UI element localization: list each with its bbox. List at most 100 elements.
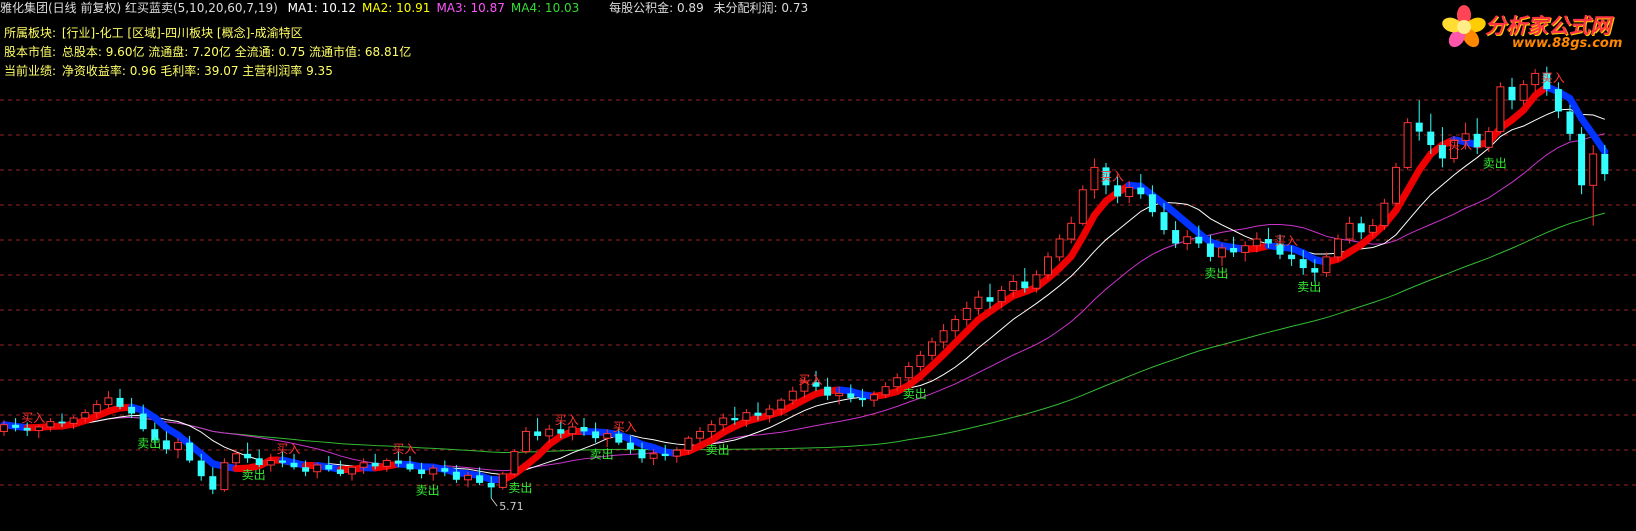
buy-signal-label: 买入 [555, 413, 579, 427]
candle-down [1554, 89, 1562, 112]
ma10-line [3, 108, 1605, 476]
capital-info: 股本市值: 总股本: 9.60亿 流通盘: 7.20亿 全流通: 0.75 流通… [4, 45, 417, 59]
candle-up [765, 408, 774, 417]
candle-up [1032, 274, 1041, 289]
candle-up [382, 460, 391, 467]
candle-down [162, 440, 170, 450]
candle-down [847, 393, 855, 398]
buy-signal-label: 买入 [1274, 234, 1298, 248]
candle-up [313, 464, 322, 473]
candle-down [1427, 131, 1435, 146]
sector-value: [行业]-化工 [区域]-四川板块 [概念]-成渝特区 [61, 26, 303, 40]
candle-up [1252, 238, 1261, 247]
candle-down [197, 460, 205, 477]
candle-up [649, 453, 658, 459]
candle-up [684, 437, 693, 451]
candle-down [1114, 185, 1122, 197]
candle-down [186, 442, 194, 461]
candle-down [255, 458, 263, 466]
per-share-reserve: 每股公积金: 0.89 [609, 1, 704, 15]
candle-up [974, 296, 983, 309]
sell-signal-label: 卖出 [508, 481, 532, 495]
candle-up [1484, 131, 1493, 148]
candle-down [626, 442, 634, 450]
candle-down [487, 482, 495, 488]
ma-value-3: MA3: 10.87 [436, 1, 505, 15]
candle-down [441, 468, 449, 472]
performance-label: 当前业绩: [4, 64, 57, 78]
candle-down [116, 397, 124, 407]
candle-up [1403, 122, 1412, 168]
candle-up [777, 399, 786, 410]
low-marker-line [490, 497, 498, 507]
candle-down [1601, 153, 1609, 175]
undistributed-profit: 未分配利润: 0.73 [713, 1, 809, 15]
candle-down [1578, 133, 1586, 186]
candle-down [12, 424, 20, 428]
candle-up [1345, 222, 1354, 240]
candle-down [394, 460, 402, 464]
candle-up [904, 366, 913, 379]
low-marker-label: 5.71 [499, 500, 524, 513]
chart-header: 雅化集团(日线 前复权) 红买蓝卖(5,10,20,60,7,19) MA1: … [0, 1, 814, 15]
candle-up [359, 462, 368, 468]
candle-up [1055, 238, 1064, 258]
candle-up [220, 462, 229, 491]
candle-up [545, 428, 554, 437]
candle-up [939, 330, 948, 343]
candle-up [835, 392, 844, 397]
kline-chart[interactable]: 买入买入 买入买入 买入买入买入买入买入买入卖出卖出卖出 卖出卖出 卖出卖出卖出卖出卖出… [0, 0, 1636, 531]
buy-signal-label: 买入 [392, 442, 416, 456]
logo-flower-icon [1442, 5, 1486, 48]
candle-down [1566, 111, 1574, 134]
candle-up [34, 426, 43, 432]
candle-down [1473, 133, 1481, 148]
candle-down [824, 386, 832, 396]
candle-down [1299, 259, 1307, 269]
candle-up [707, 424, 716, 432]
candle-down [1357, 223, 1365, 233]
sell-signal-label: 卖出 [706, 443, 730, 457]
ma-value-2: MA2: 10.91 [362, 1, 431, 15]
candle-up [1183, 236, 1192, 244]
candle-up [1218, 247, 1226, 258]
candle-up [788, 390, 797, 401]
candle-down [557, 429, 565, 434]
candle-down [1415, 122, 1423, 132]
candle-down [371, 462, 379, 467]
ma-value-4: MA4: 10.03 [510, 1, 580, 15]
candle-up [951, 319, 960, 332]
chart-title: 雅化集团(日线 前复权) 红买蓝卖(5,10,20,60,7,19) [0, 1, 278, 15]
capital-label: 股本市值: [4, 45, 57, 59]
candle-down [336, 469, 344, 474]
candle-down [1021, 281, 1029, 289]
candle-down [452, 471, 460, 480]
sell-signal-label: 卖出 [416, 483, 440, 497]
candle-down [1172, 230, 1180, 244]
logo-url: www.88gs.com [1512, 36, 1623, 51]
candle-down [244, 453, 252, 459]
candle-up [1519, 84, 1528, 101]
performance-info: 当前业绩: 净资收益率: 0.96 毛利率: 39.07 主营利润率 9.35 [4, 64, 339, 78]
sector-info: 所属板块: [行业]-化工 [区域]-四川板块 [概念]-成渝特区 [4, 26, 309, 40]
sell-signal-label: 卖出 [903, 387, 927, 401]
candle-down [731, 418, 739, 421]
candle-down [638, 449, 646, 459]
candle-up [1380, 202, 1389, 227]
sell-band-segment [1589, 131, 1609, 156]
candle-down [1148, 194, 1156, 213]
candle-down [128, 406, 136, 414]
candle-down [1137, 187, 1145, 195]
ma60-line [3, 212, 1605, 454]
candle-down [1230, 247, 1238, 253]
candle-down [754, 412, 762, 416]
candle-up [266, 460, 275, 466]
candle-down [580, 426, 588, 432]
ma20-line [3, 133, 1605, 472]
candle-down [1288, 254, 1296, 260]
candle-up [1125, 187, 1134, 197]
candle-down [139, 413, 147, 430]
candle-down [302, 467, 310, 472]
candle-up [1009, 281, 1018, 291]
candle-up [696, 430, 704, 439]
